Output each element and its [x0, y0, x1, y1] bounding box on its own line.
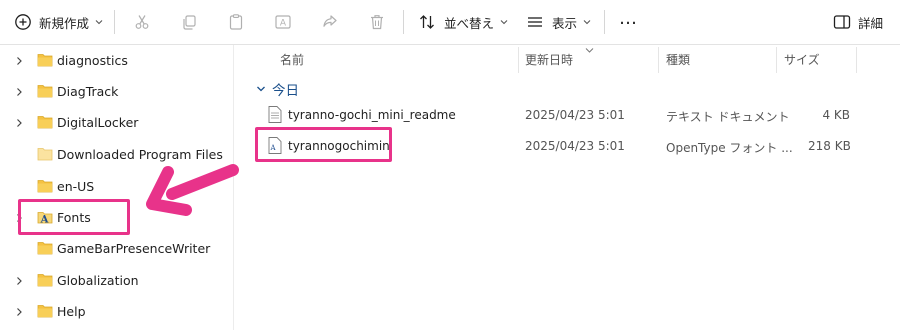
file-modified: 2025/04/23 5:01	[525, 108, 625, 122]
sidebar-item-label: DigitalLocker	[57, 115, 139, 130]
column-divider[interactable]	[658, 47, 659, 73]
sidebar-item-globalization[interactable]: Globalization	[0, 267, 210, 295]
column-header-size[interactable]: サイズ	[784, 51, 820, 68]
toolbar-divider	[114, 10, 115, 34]
sidebar-item-diagtrack[interactable]: DiagTrack	[0, 78, 210, 106]
chevron-down-icon	[256, 84, 266, 94]
view-button[interactable]: 表示	[526, 0, 591, 44]
delete-button[interactable]	[368, 0, 386, 44]
sidebar-item-downloaded-program-files[interactable]: Downloaded Program Files	[0, 141, 223, 169]
plus-circle-icon	[14, 13, 32, 31]
share-button[interactable]	[321, 0, 339, 44]
sort-indicator-icon	[585, 43, 594, 53]
folder-icon	[37, 304, 53, 318]
file-type: テキスト ドキュメント	[666, 110, 790, 124]
sidebar-item-label: Help	[57, 304, 86, 319]
copy-icon	[180, 13, 198, 31]
sidebar-item-label: en-US	[57, 179, 95, 194]
command-bar: 新規作成 A 並べ替え 表示 … 詳細	[0, 0, 900, 45]
sidebar-item-label: GameBarPresenceWriter	[57, 241, 211, 256]
file-modified: 2025/04/23 5:01	[525, 139, 625, 153]
chevron-down-icon	[500, 18, 508, 26]
trash-icon	[368, 13, 386, 31]
scissors-icon	[133, 13, 151, 31]
folder-icon	[37, 53, 53, 67]
sidebar-item-en-us[interactable]: en-US	[0, 173, 210, 201]
new-button[interactable]: 新規作成	[14, 0, 103, 44]
sort-arrows-icon	[418, 13, 436, 31]
clipboard-icon	[227, 13, 245, 31]
view-button-label: 表示	[552, 15, 578, 31]
column-header-modified[interactable]: 更新日時	[525, 51, 573, 68]
folder-icon	[37, 179, 53, 193]
file-size: 218 KB	[808, 139, 851, 153]
toolbar-divider	[403, 10, 404, 34]
sidebar-item-label: diagnostics	[57, 53, 128, 68]
chevron-right-icon[interactable]	[14, 307, 24, 317]
file-size: 4 KB	[822, 108, 850, 122]
more-options-button[interactable]: …	[619, 0, 638, 44]
paste-button[interactable]	[227, 0, 245, 44]
details-pane-icon	[833, 13, 851, 31]
details-pane-button[interactable]: 詳細	[833, 0, 883, 44]
rename-icon: A	[274, 13, 292, 31]
toolbar-divider	[604, 10, 605, 34]
sort-button[interactable]: 並べ替え	[418, 0, 508, 44]
column-divider[interactable]	[776, 47, 777, 73]
sort-button-label: 並べ替え	[444, 15, 495, 31]
file-row[interactable]: tyranno-gochi_mini_readme 2025/04/23 5:01…	[248, 101, 900, 129]
copy-button[interactable]	[180, 0, 198, 44]
folder-icon	[37, 84, 53, 98]
sidebar-item-diagnostics[interactable]: diagnostics	[0, 47, 210, 75]
folder-icon-light	[37, 147, 53, 161]
folder-icon	[37, 115, 53, 129]
sidebar-item-help[interactable]: Help	[0, 298, 210, 326]
chevron-right-icon[interactable]	[14, 276, 24, 286]
chevron-down-icon	[583, 18, 591, 26]
column-header-name[interactable]: 名前	[280, 51, 304, 68]
share-icon	[321, 13, 339, 31]
file-name: tyranno-gochi_mini_readme	[288, 108, 456, 122]
sidebar-item-label: Globalization	[57, 273, 139, 288]
chevron-right-icon[interactable]	[14, 56, 24, 66]
column-divider[interactable]	[518, 47, 519, 73]
column-divider[interactable]	[856, 47, 857, 73]
more-options-label: …	[619, 8, 638, 29]
rename-button[interactable]: A	[274, 0, 292, 44]
file-type: OpenType フォント ...	[666, 141, 793, 155]
font-file-highlight-box	[255, 127, 392, 162]
cut-button[interactable]	[133, 0, 151, 44]
view-list-icon	[526, 13, 544, 31]
text-file-icon	[268, 106, 282, 123]
column-header-type[interactable]: 種類	[666, 51, 690, 68]
chevron-down-icon	[95, 18, 103, 26]
group-header-label: 今日	[272, 83, 299, 99]
file-list: 名前 更新日時 種類 サイズ 今日 tyranno-gochi_mini_rea…	[248, 45, 900, 330]
chevron-right-icon[interactable]	[14, 118, 24, 128]
navigation-pane: diagnostics DiagTrack DigitalLocker Downloa…	[0, 45, 234, 330]
details-pane-label: 詳細	[858, 15, 884, 31]
sidebar-item-gamebarpresencewriter[interactable]: GameBarPresenceWriter	[0, 235, 210, 263]
sidebar-item-digitallocker[interactable]: DigitalLocker	[0, 109, 210, 137]
fonts-highlight-box	[18, 199, 130, 235]
folder-icon	[37, 273, 53, 287]
group-header-today[interactable]: 今日	[256, 79, 299, 99]
chevron-right-icon[interactable]	[14, 87, 24, 97]
svg-text:A: A	[280, 19, 287, 29]
sidebar-item-label: Downloaded Program Files	[57, 147, 223, 162]
folder-icon	[37, 241, 53, 255]
new-button-label: 新規作成	[39, 15, 90, 31]
sidebar-item-label: DiagTrack	[57, 84, 119, 99]
